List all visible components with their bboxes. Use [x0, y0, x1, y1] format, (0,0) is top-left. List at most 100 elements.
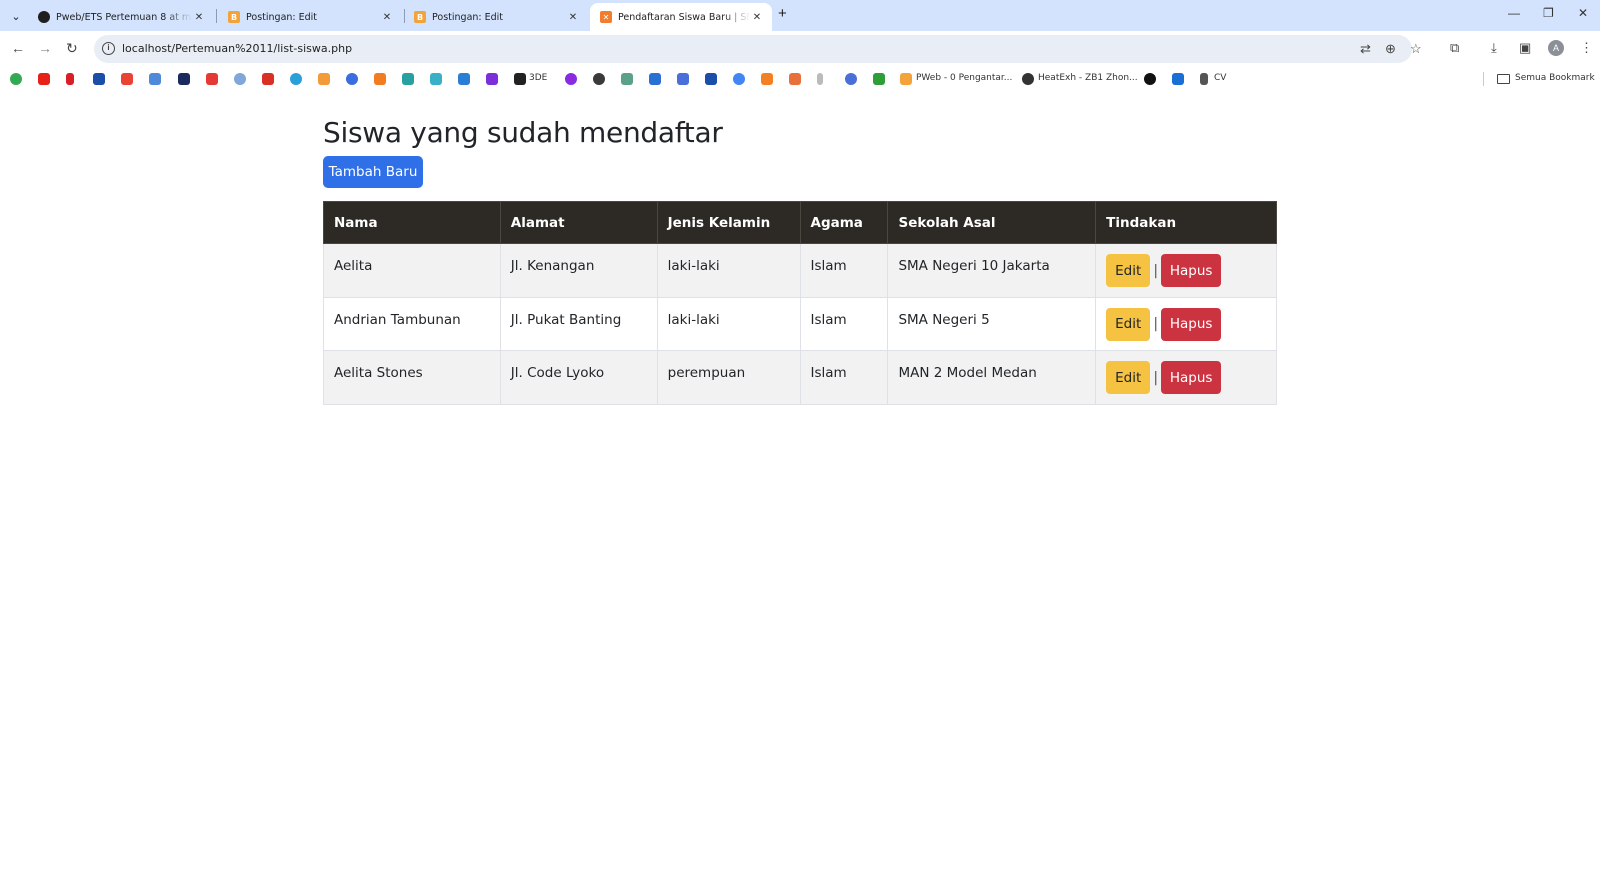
separator: |	[1153, 316, 1159, 332]
zoom-icon[interactable]: ⊕	[1385, 41, 1396, 57]
bookmark-icon[interactable]	[206, 73, 218, 85]
tab-search-button[interactable]: ⌄	[6, 6, 26, 26]
bookmark-icon[interactable]	[318, 73, 330, 85]
menu-kebab-icon[interactable]: ⋮	[1580, 40, 1593, 56]
netflix-icon[interactable]	[66, 73, 74, 85]
new-tab-button[interactable]: +	[778, 5, 787, 22]
bookmark-label[interactable]: PWeb - 0 Pengantar...	[916, 73, 1012, 83]
delete-button[interactable]: Hapus	[1161, 307, 1222, 341]
address-url[interactable]: localhost/Pertemuan%2011/list-siswa.php	[122, 42, 352, 55]
site-info-icon[interactable]: i	[102, 42, 115, 55]
cell-nama: Aelita	[323, 243, 501, 298]
close-icon[interactable]: ✕	[750, 12, 764, 23]
cell-alamat: Jl. Pukat Banting	[499, 296, 658, 351]
cell-actions: Edit | Hapus	[1095, 350, 1277, 405]
bookmark-icon[interactable]	[10, 73, 22, 85]
bookmark-icon[interactable]	[262, 73, 274, 85]
column-header: Sekolah Asal	[887, 201, 1097, 244]
bookmark-icon[interactable]	[1200, 73, 1208, 85]
delete-button[interactable]: Hapus	[1161, 361, 1222, 394]
bookmark-icon[interactable]	[93, 73, 105, 85]
edit-button[interactable]: Edit	[1106, 254, 1151, 287]
side-panel-icon[interactable]: ▣	[1519, 40, 1531, 56]
bookmark-icon[interactable]	[346, 73, 358, 85]
bookmark-icon[interactable]	[649, 73, 661, 85]
reload-button[interactable]: ↻	[66, 40, 78, 57]
telegram-icon[interactable]	[290, 73, 302, 85]
restore-button[interactable]: ❐	[1543, 6, 1554, 20]
tab-title: Pendaftaran Siswa Baru | SMK Coding	[618, 11, 750, 23]
cell-nama: Aelita Stones	[323, 350, 501, 405]
bookmark-label[interactable]: 3DE	[529, 73, 547, 83]
bookmark-icon[interactable]	[621, 73, 633, 85]
bookmark-icon[interactable]	[593, 73, 605, 85]
bookmark-icon[interactable]	[178, 73, 190, 85]
cell-agama: Islam	[799, 350, 889, 405]
back-button[interactable]: ←	[11, 40, 25, 56]
bookmark-icon[interactable]	[486, 73, 498, 85]
bookmark-icon[interactable]	[234, 73, 246, 85]
outlook-icon[interactable]	[1172, 73, 1184, 85]
cell-actions: Edit | Hapus	[1095, 243, 1277, 298]
all-bookmarks-link[interactable]: Semua Bookmark	[1515, 73, 1595, 83]
bookmark-icon[interactable]	[873, 73, 885, 85]
bookmark-icon[interactable]	[402, 73, 414, 85]
address-bar[interactable]: i localhost/Pertemuan%2011/list-siswa.ph…	[94, 35, 1422, 63]
google-icon[interactable]	[733, 73, 745, 85]
tab-postingan-edit-1[interactable]: B Postingan: Edit ✕	[218, 3, 402, 31]
bookmark-icon[interactable]	[789, 73, 801, 85]
youtube-icon[interactable]	[38, 73, 50, 85]
column-header: Tindakan	[1095, 201, 1277, 244]
bookmark-icon[interactable]	[817, 73, 823, 85]
minimize-button[interactable]: —	[1508, 6, 1520, 20]
bookmark-icon[interactable]	[430, 73, 442, 85]
arrow-right-icon: →	[38, 40, 52, 56]
cell-jenis-kelamin: perempuan	[656, 350, 801, 405]
edit-button[interactable]: Edit	[1106, 307, 1151, 341]
close-icon[interactable]: ✕	[380, 12, 394, 23]
xampp-icon: ✕	[600, 11, 612, 23]
delete-button[interactable]: Hapus	[1161, 254, 1222, 287]
cell-alamat: Jl. Code Lyoko	[499, 350, 658, 405]
forward-button[interactable]: →	[38, 40, 52, 56]
download-icon[interactable]: ⤓	[1491, 40, 1497, 56]
plus-icon: +	[778, 5, 787, 22]
bookmark-icon[interactable]	[458, 73, 470, 85]
bookmark-icon[interactable]	[149, 73, 161, 85]
tab-postingan-edit-2[interactable]: B Postingan: Edit ✕	[404, 3, 588, 31]
bookmark-icon[interactable]	[761, 73, 773, 85]
edit-button[interactable]: Edit	[1106, 361, 1151, 394]
gmail-icon[interactable]	[121, 73, 133, 85]
cell-agama: Islam	[799, 296, 889, 351]
extensions-icon[interactable]: ⧉	[1450, 40, 1459, 56]
close-window-button[interactable]: ✕	[1578, 6, 1588, 20]
bookmark-icon[interactable]	[514, 73, 526, 85]
separator: |	[1153, 262, 1159, 279]
page-content: Siswa yang sudah mendaftar Tambah Baru N…	[0, 91, 1600, 869]
close-icon[interactable]: ✕	[192, 12, 206, 23]
profile-avatar[interactable]: A	[1548, 40, 1564, 56]
column-header: Nama	[323, 201, 501, 244]
cell-jenis-kelamin: laki-laki	[656, 296, 801, 351]
close-icon[interactable]: ✕	[566, 12, 580, 23]
reload-icon: ↻	[66, 40, 78, 56]
tab-github[interactable]: Pweb/ETS Pertemuan 8 at main ✕	[28, 3, 214, 31]
bookmark-icon[interactable]	[705, 73, 717, 85]
bookmark-icon[interactable]	[565, 73, 577, 85]
globe-icon[interactable]	[1022, 73, 1034, 85]
blogger-icon[interactable]	[900, 73, 912, 85]
bookmark-icon[interactable]	[677, 73, 689, 85]
blogger-icon: B	[414, 11, 426, 23]
bookmark-icon[interactable]	[845, 73, 857, 85]
table-row: Aelita Jl. Kenangan laki-laki Islam SMA …	[323, 243, 1277, 298]
bookmark-label[interactable]: CV	[1214, 73, 1226, 83]
tab-title: Pweb/ETS Pertemuan 8 at main	[56, 11, 192, 23]
bookmark-label[interactable]: HeatExh - ZB1 Zhon...	[1038, 73, 1138, 83]
translate-icon[interactable]: ⇄	[1360, 41, 1371, 57]
add-new-button[interactable]: Tambah Baru	[323, 156, 423, 188]
bookmark-icon[interactable]	[374, 73, 386, 85]
table-row: Andrian Tambunan Jl. Pukat Banting laki-…	[323, 296, 1277, 351]
star-icon[interactable]: ☆	[1410, 41, 1422, 57]
tab-pendaftaran-active[interactable]: ✕ Pendaftaran Siswa Baru | SMK Coding ✕	[590, 3, 772, 31]
bookmark-icon[interactable]	[1144, 73, 1156, 85]
